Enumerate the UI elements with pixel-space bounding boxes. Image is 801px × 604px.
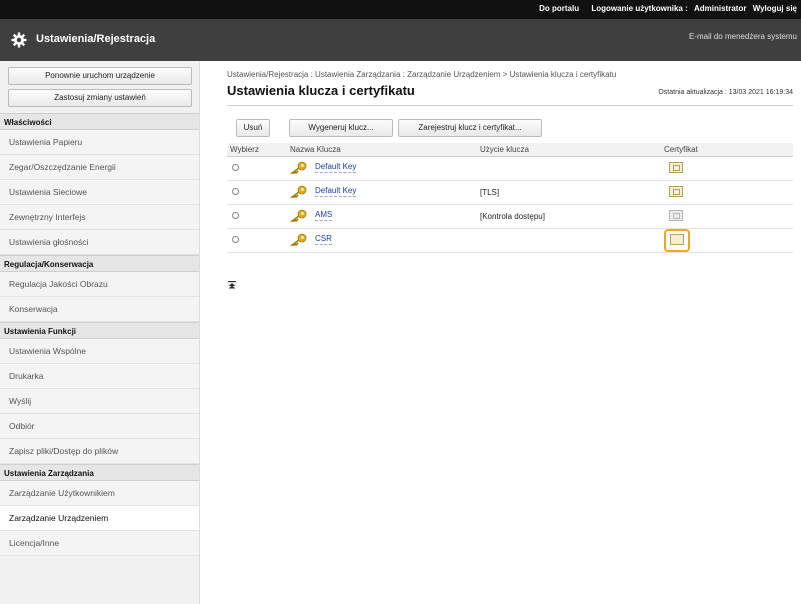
top-links: Do portalu Logowanie użytkownika : Admin…	[529, 4, 797, 13]
sidebar-item-device-management[interactable]: Zarządzanie Urządzeniem	[0, 506, 199, 531]
certificate-icon[interactable]	[669, 161, 683, 173]
sidebar-section-function-settings: Ustawienia Funkcji	[0, 322, 199, 339]
key-usage-cell: [Kontrola dostępu]	[477, 204, 661, 229]
key-icon	[290, 209, 307, 222]
sidebar-section-adjustment: Regulacja/Konserwacja	[0, 255, 199, 272]
mail-admin-link[interactable]: E-mail do menedżera systemu	[689, 32, 797, 41]
select-radio[interactable]	[232, 187, 239, 195]
key-icon	[290, 185, 307, 198]
sidebar-section-management-settings: Ustawienia Zarządzania	[0, 464, 199, 481]
generate-key-button[interactable]: Wygeneruj klucz...	[289, 119, 393, 137]
key-usage-cell	[477, 156, 661, 181]
select-radio[interactable]	[232, 235, 239, 243]
sidebar-item-user-management[interactable]: Zarządzanie Użytkownikiem	[0, 481, 199, 506]
sidebar-item-receive[interactable]: Odbiór	[0, 414, 199, 439]
page-title: Ustawienia klucza i certyfikatu	[227, 83, 415, 98]
sidebar-item-common-settings[interactable]: Ustawienia Wspólne	[0, 339, 199, 364]
register-key-certificate-button[interactable]: Zarejestruj klucz i certyfikat...	[398, 119, 542, 137]
sidebar-item-external-interface[interactable]: Zewnętrzny Interfejs	[0, 205, 199, 230]
key-name-link[interactable]: Default Key	[315, 186, 357, 197]
portal-link[interactable]: Do portalu	[539, 4, 579, 13]
sidebar-item-timer-energy[interactable]: Zegar/Oszczędzanie Energii	[0, 155, 199, 180]
key-name-link[interactable]: Default Key	[315, 162, 357, 173]
key-usage-cell	[477, 228, 661, 253]
column-header-select: Wybierz	[227, 143, 287, 157]
key-name-link[interactable]: CSR	[315, 234, 332, 245]
column-header-certificate: Certyfikat	[661, 143, 793, 157]
main-content: Ustawienia/Rejestracja : Ustawienia Zarz…	[200, 61, 801, 604]
select-radio[interactable]	[232, 163, 239, 171]
sidebar: Ponownie uruchom urządzenie Zastosuj zmi…	[0, 61, 200, 604]
sidebar-item-license-other[interactable]: Licencja/Inne	[0, 531, 199, 556]
table-header-row: Wybierz Nazwa Klucza Użycie klucza Certy…	[227, 143, 793, 157]
table-row: AMS [Kontrola dostępu]	[227, 204, 793, 229]
key-usage-cell: [TLS]	[477, 180, 661, 205]
sidebar-menu: Właściwości Ustawienia Papieru Zegar/Osz…	[0, 113, 199, 556]
table-row: CSR	[227, 228, 793, 253]
certificate-icon-disabled	[669, 209, 683, 221]
sidebar-item-printer[interactable]: Drukarka	[0, 364, 199, 389]
logout-link[interactable]: Wyloguj się	[753, 4, 797, 13]
sidebar-item-maintenance[interactable]: Konserwacja	[0, 297, 199, 322]
app-title: Ustawienia/Rejestracja	[36, 33, 156, 45]
csr-certificate-highlight	[664, 228, 690, 252]
key-icon	[290, 233, 307, 246]
app-header: Ustawienia/Rejestracja E-mail do menedże…	[0, 19, 801, 61]
apply-settings-button[interactable]: Zastosuj zmiany ustawień	[8, 89, 192, 107]
column-header-key-usage: Użycie klucza	[477, 143, 661, 157]
page-top-icon[interactable]	[228, 281, 236, 289]
csr-certificate-icon[interactable]	[670, 233, 684, 245]
sidebar-item-image-quality[interactable]: Regulacja Jakości Obrazu	[0, 272, 199, 297]
last-update-timestamp: Ostatnia aktualizacja : 13/03 2021 16:19…	[658, 89, 793, 96]
sidebar-item-paper-settings[interactable]: Ustawienia Papieru	[0, 130, 199, 155]
sidebar-item-send[interactable]: Wyślij	[0, 389, 199, 414]
sidebar-section-preferences: Właściwości	[0, 113, 199, 130]
sidebar-item-volume[interactable]: Ustawienia głośności	[0, 230, 199, 255]
key-icon	[290, 161, 307, 174]
sidebar-item-store-access-files[interactable]: Zapisz pliki/Dostęp do plików	[0, 439, 199, 464]
delete-button[interactable]: Usuń	[236, 119, 270, 137]
select-radio[interactable]	[232, 211, 239, 219]
table-row: Default Key [TLS]	[227, 180, 793, 205]
gear-icon	[11, 32, 27, 48]
user-name: Administrator	[694, 4, 747, 13]
table-row: Default Key	[227, 156, 793, 181]
key-name-link[interactable]: AMS	[315, 210, 333, 221]
breadcrumb: Ustawienia/Rejestracja : Ustawienia Zarz…	[227, 70, 617, 79]
certificate-icon[interactable]	[669, 185, 683, 197]
key-table: Wybierz Nazwa Klucza Użycie klucza Certy…	[227, 143, 793, 253]
sidebar-item-network[interactable]: Ustawienia Sieciowe	[0, 180, 199, 205]
restart-device-button[interactable]: Ponownie uruchom urządzenie	[8, 67, 192, 85]
title-divider	[227, 105, 793, 106]
login-label: Logowanie użytkownika :	[591, 4, 688, 13]
column-header-key-name: Nazwa Klucza	[287, 143, 477, 157]
top-bar: Do portalu Logowanie użytkownika : Admin…	[0, 0, 801, 19]
